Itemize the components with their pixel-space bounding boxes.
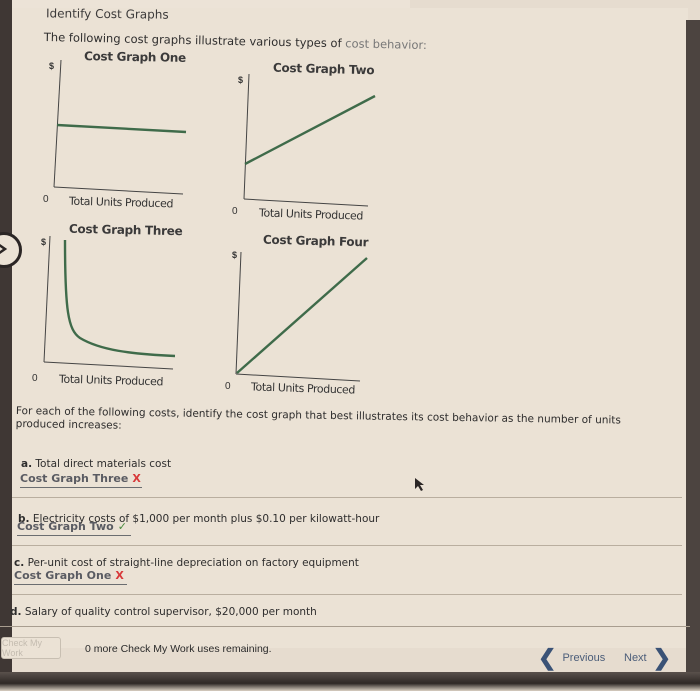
answer-select-b[interactable]: Cost Graph Two ✓ [17, 520, 131, 536]
check-my-work-button[interactable]: Check My Work [1, 637, 61, 659]
y-axis [53, 59, 62, 188]
bottom-bezel [0, 672, 700, 691]
question-text: Salary of quality control supervisor, $2… [24, 606, 317, 618]
answer-value: Cost Graph One [14, 569, 112, 582]
question-c: c. Per-unit cost of straight-line deprec… [14, 557, 359, 569]
chevron-left-icon: ❮ [538, 645, 557, 670]
cost-line [244, 94, 376, 166]
next-button[interactable]: Next ❯ [624, 645, 672, 670]
previous-button[interactable]: ❮ Previous [538, 645, 606, 670]
divider [12, 497, 682, 498]
cost-line [236, 257, 368, 374]
y-axis [43, 235, 51, 363]
chevron-right-icon [0, 243, 8, 255]
answer-value: Cost Graph Three [20, 472, 129, 485]
left-bezel [0, 0, 12, 691]
previous-label: Previous [562, 652, 606, 664]
right-bezel [686, 20, 700, 690]
remaining-uses-text: 0 more Check My Work uses remaining. [85, 643, 272, 655]
question-letter: d. [10, 606, 22, 618]
incorrect-icon: X [132, 472, 141, 485]
graph-four-plot [235, 251, 368, 382]
origin-label: 0 [32, 373, 38, 384]
origin-label: 0 [232, 206, 238, 217]
next-label: Next [624, 652, 647, 664]
answer-select-a[interactable]: Cost Graph Three X [20, 472, 142, 488]
y-axis [235, 251, 242, 375]
question-d: d. Salary of quality control supervisor,… [10, 606, 317, 618]
x-axis [53, 186, 184, 195]
x-axis [243, 198, 369, 207]
page-title: Identify Cost Graphs [45, 6, 169, 22]
cost-line [56, 123, 187, 134]
mouse-cursor-icon [415, 478, 424, 491]
x-axis [43, 361, 174, 370]
x-axis-label: Total Units Produced [68, 194, 174, 211]
question-letter: c. [14, 557, 25, 569]
graph-one-plot [53, 59, 187, 195]
incorrect-icon: X [115, 569, 124, 582]
y-axis [243, 73, 250, 200]
answer-value: Cost Graph Two [17, 520, 114, 533]
chevron-right-icon: ❯ [652, 645, 672, 670]
graph-two-plot [243, 73, 376, 207]
question-letter: a. [21, 458, 33, 470]
x-axis-label: Total Units Produced [58, 372, 164, 389]
graph-three-plot [43, 235, 176, 370]
divider [12, 545, 682, 546]
question-a: a. Total direct materials cost [21, 458, 171, 470]
cost-curve [63, 239, 176, 358]
origin-label: 0 [43, 194, 49, 205]
answer-select-c[interactable]: Cost Graph One X [14, 569, 127, 585]
origin-label: 0 [225, 381, 231, 392]
question-text: Total direct materials cost [35, 458, 172, 470]
question-text: Per-unit cost of straight-line depreciat… [27, 557, 359, 569]
correct-icon: ✓ [117, 520, 127, 533]
divider [0, 626, 690, 627]
divider [12, 594, 682, 595]
intro-link[interactable]: cost behavior: [345, 36, 427, 52]
